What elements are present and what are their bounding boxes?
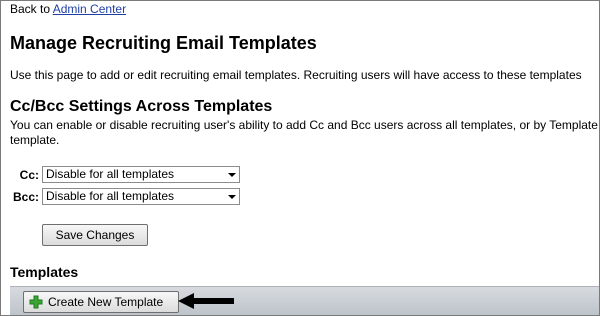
back-prefix: Back to — [10, 2, 53, 16]
bcc-select[interactable]: Disable for all templates — [42, 188, 240, 205]
create-new-template-button[interactable]: Create New Template — [23, 291, 179, 313]
chevron-down-icon — [228, 173, 236, 177]
chevron-down-icon — [228, 195, 236, 199]
back-nav: Back to Admin Center — [10, 1, 126, 17]
admin-center-link[interactable]: Admin Center — [53, 2, 126, 16]
cc-select[interactable]: Disable for all templates — [42, 166, 240, 183]
templates-section-title: Templates — [10, 264, 79, 280]
page-title: Manage Recruiting Email Templates — [10, 33, 317, 53]
ccbcc-description: You can enable or disable recruiting use… — [10, 118, 600, 147]
intro-text: Use this page to add or edit recruiting … — [10, 68, 582, 82]
ccbcc-section-title: Cc/Bcc Settings Across Templates — [10, 98, 273, 115]
arrow-left-icon — [178, 293, 234, 309]
page-frame: Back to Admin Center Manage Recruiting E… — [0, 0, 600, 316]
create-new-template-label: Create New Template — [48, 295, 164, 309]
cc-label: Cc: — [19, 168, 39, 182]
cc-select-value: Disable for all templates — [46, 167, 175, 181]
templates-toolbar: Create New Template — [10, 286, 599, 315]
bcc-label: Bcc: — [12, 190, 39, 204]
plus-icon — [29, 295, 43, 309]
save-changes-button[interactable]: Save Changes — [42, 224, 148, 246]
bcc-select-value: Disable for all templates — [46, 189, 175, 203]
